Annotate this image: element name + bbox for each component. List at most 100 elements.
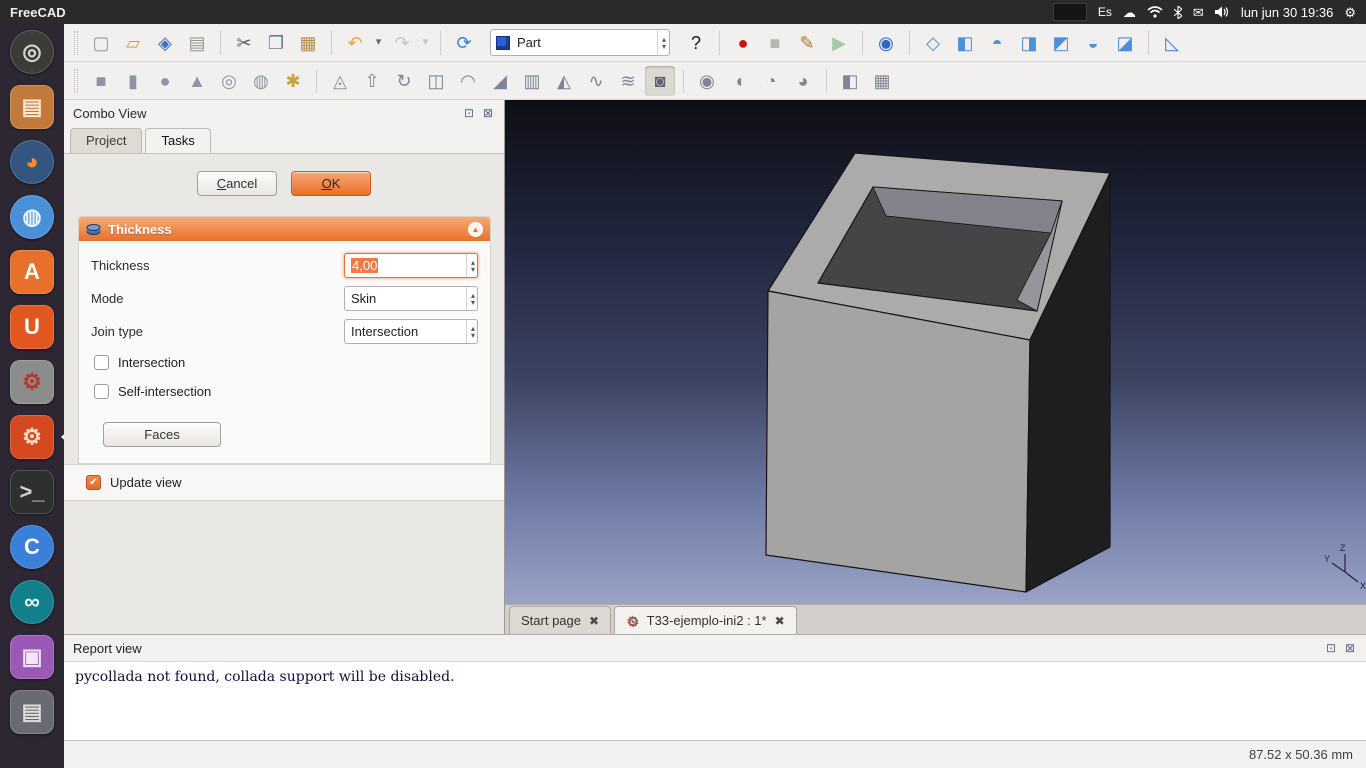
combo-arrows[interactable]: ▴▾ [466, 320, 475, 343]
open-document-button[interactable]: ▱ [118, 28, 148, 58]
launcher-item-files[interactable]: ▤ [3, 82, 61, 132]
part-cone-button[interactable]: ▲ [182, 66, 212, 96]
part-chamfer-button[interactable]: ◢ [485, 66, 515, 96]
clock[interactable]: lun jun 30 19:36 [1241, 5, 1334, 20]
join-type-combobox[interactable]: Intersection ▴▾ [344, 319, 478, 344]
launcher-item-software-center[interactable]: A [3, 247, 61, 297]
macro-edit-button[interactable]: ✎ [792, 28, 822, 58]
workbench-selector[interactable]: Part▴▾ [490, 29, 670, 56]
wifi-icon[interactable] [1147, 6, 1163, 18]
volume-icon[interactable] [1215, 6, 1230, 18]
undo-button[interactable]: ↶ [340, 28, 370, 58]
paste-button[interactable]: ▦ [293, 28, 323, 58]
keyboard-layout-indicator[interactable]: Es [1098, 5, 1112, 19]
view-right-button[interactable]: ◨ [1014, 28, 1044, 58]
macro-record-button[interactable]: ● [728, 28, 758, 58]
combo-arrows[interactable]: ▴▾ [466, 287, 475, 310]
undo-dropdown[interactable]: ▾ [372, 28, 385, 58]
mode-combobox[interactable]: Skin ▴▾ [344, 286, 478, 311]
tray-window-icon[interactable] [1053, 3, 1087, 21]
tab-project[interactable]: Project [70, 128, 142, 153]
launcher-item-firefox[interactable]: ◕ [3, 137, 61, 187]
save-document-button[interactable]: ◈ [150, 28, 180, 58]
print-button[interactable]: ▤ [182, 28, 212, 58]
fit-all-button[interactable]: ◉ [871, 28, 901, 58]
part-fillet-button[interactable]: ◠ [453, 66, 483, 96]
launcher-item-freecad[interactable]: ⚙ [3, 412, 61, 462]
ok-button[interactable]: OK [291, 171, 371, 196]
view-bottom-button[interactable]: ◒ [1078, 28, 1108, 58]
cut-button[interactable]: ✂ [229, 28, 259, 58]
combo-arrows[interactable]: ▴▾ [657, 30, 666, 55]
part-shape-builder-button[interactable]: ◬ [325, 66, 355, 96]
launcher-item-app-blue-c[interactable]: C [3, 522, 61, 572]
launcher-item-browser-blue[interactable]: ◍ [3, 192, 61, 242]
part-offset-button[interactable]: ≋ [613, 66, 643, 96]
part-ruled-surface-button[interactable]: ▥ [517, 66, 547, 96]
view-top-button[interactable]: ◓ [982, 28, 1012, 58]
thickness-section-header[interactable]: Thickness ▲ [79, 217, 490, 241]
view-axonometric-button[interactable]: ◇ [918, 28, 948, 58]
part-mirror-button[interactable]: ◫ [421, 66, 451, 96]
toolbar-handle[interactable] [74, 31, 78, 55]
part-cut-button[interactable]: ◖ [724, 66, 754, 96]
whats-this-button[interactable]: ? [681, 28, 711, 58]
refresh-button[interactable]: ⟳ [449, 28, 479, 58]
part-extrude-button[interactable]: ⇧ [357, 66, 387, 96]
session-gear-icon[interactable]: ⚙ [1344, 6, 1356, 19]
launcher-item-system-settings[interactable]: ⚙ [3, 357, 61, 407]
launcher-item-ubuntu-software[interactable]: U [3, 302, 61, 352]
cancel-button[interactable]: Cancel [197, 171, 277, 196]
model-front-face[interactable] [766, 291, 1030, 592]
panel-close-icon[interactable]: ⊠ [1343, 641, 1357, 655]
part-common-button[interactable]: ◕ [788, 66, 818, 96]
part-primitives-button[interactable]: ✱ [278, 66, 308, 96]
redo-button[interactable]: ↷ [387, 28, 417, 58]
part-cylinder-button[interactable]: ▮ [118, 66, 148, 96]
update-view-checkbox[interactable]: ✔ [86, 475, 101, 490]
part-sweep-button[interactable]: ∿ [581, 66, 611, 96]
spinner-arrows[interactable]: ▴▾ [466, 254, 475, 277]
launcher-item-app-purple[interactable]: ▣ [3, 632, 61, 682]
macro-execute-button[interactable]: ▶ [824, 28, 854, 58]
part-union-button[interactable]: ◔ [756, 66, 786, 96]
3d-viewport[interactable]: Z Y X [505, 100, 1366, 604]
part-cross-sections-button[interactable]: ▦ [867, 66, 897, 96]
redo-dropdown[interactable]: ▾ [419, 28, 432, 58]
part-sphere-button[interactable]: ● [150, 66, 180, 96]
view-front-button[interactable]: ◧ [950, 28, 980, 58]
intersection-checkbox[interactable] [94, 355, 109, 370]
part-box-button[interactable]: ■ [86, 66, 116, 96]
part-torus-button[interactable]: ◎ [214, 66, 244, 96]
3d-scene[interactable]: Z Y X [505, 100, 1366, 604]
part-loft-button[interactable]: ◭ [549, 66, 579, 96]
close-tab-icon[interactable]: ✖ [775, 614, 785, 628]
panel-close-icon[interactable]: ⊠ [481, 106, 495, 120]
cloud-icon[interactable]: ☁ [1123, 6, 1136, 19]
new-document-button[interactable]: ▢ [86, 28, 116, 58]
view-left-button[interactable]: ◪ [1110, 28, 1140, 58]
mail-icon[interactable]: ✉ [1193, 6, 1204, 19]
part-tube-button[interactable]: ◍ [246, 66, 276, 96]
faces-button[interactable]: Faces [103, 422, 221, 447]
launcher-item-app-partial[interactable]: ▤ [3, 687, 61, 737]
launcher-item-dash-home[interactable]: ◎ [3, 27, 61, 77]
part-thickness-button[interactable]: ◙ [645, 66, 675, 96]
view-rear-button[interactable]: ◩ [1046, 28, 1076, 58]
tab-document[interactable]: ⚙ T33-ejemplo-ini2 : 1* ✖ [614, 606, 797, 634]
part-boolean-button[interactable]: ◉ [692, 66, 722, 96]
copy-button[interactable]: ❐ [261, 28, 291, 58]
collapse-section-icon[interactable]: ▲ [468, 222, 483, 237]
panel-float-icon[interactable]: ⊡ [1324, 641, 1338, 655]
tab-tasks[interactable]: Tasks [145, 128, 210, 153]
macro-stop-button[interactable]: ■ [760, 28, 790, 58]
tab-start-page[interactable]: Start page ✖ [509, 606, 611, 634]
launcher-item-terminal[interactable]: >_ [3, 467, 61, 517]
close-tab-icon[interactable]: ✖ [589, 614, 599, 628]
panel-float-icon[interactable]: ⊡ [462, 106, 476, 120]
bluetooth-icon[interactable] [1174, 6, 1182, 19]
part-revolve-button[interactable]: ↻ [389, 66, 419, 96]
toolbar-handle[interactable] [74, 69, 78, 93]
self-intersection-checkbox[interactable] [94, 384, 109, 399]
part-section-button[interactable]: ◧ [835, 66, 865, 96]
